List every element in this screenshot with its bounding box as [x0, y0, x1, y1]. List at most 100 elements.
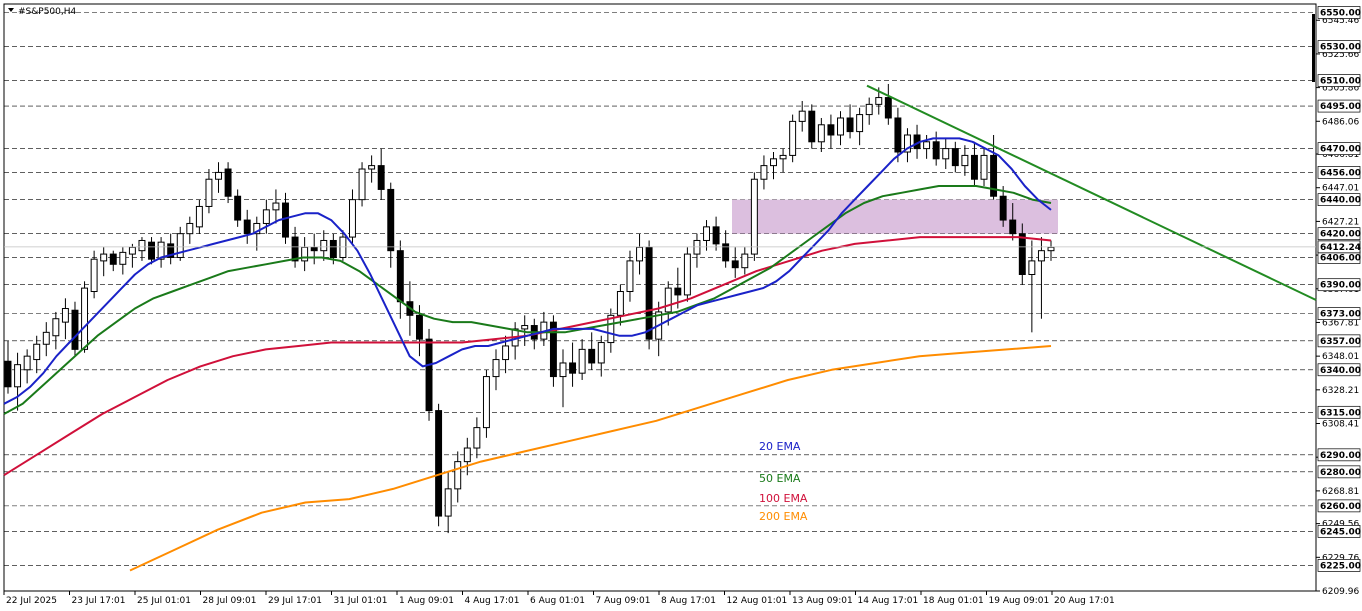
candle-body [90, 258, 98, 293]
x-tick-label: 8 Aug 17:01 [661, 596, 716, 606]
level-label: 6406.00 [1320, 253, 1361, 263]
candle-body [23, 355, 31, 371]
y-tick-label: 6308.41 [1322, 420, 1359, 430]
candle-body [109, 253, 117, 265]
level-label: 6373.00 [1320, 310, 1361, 320]
candle-body [664, 287, 672, 313]
level-label: 6470.00 [1320, 145, 1361, 155]
candle-body [731, 260, 739, 269]
candle-body [827, 124, 835, 136]
candle-body [425, 338, 433, 412]
plot-area[interactable] [3, 3, 1317, 592]
candle-body [4, 360, 12, 388]
candle-body [846, 117, 854, 133]
level-label: 6550.00 [1320, 9, 1361, 19]
candle-body [320, 239, 328, 252]
x-tick-label: 22 Jul 2025 [6, 596, 57, 606]
candle-body [951, 148, 959, 167]
candle-body [837, 117, 844, 136]
candle-body [521, 325, 529, 330]
candle-body [932, 141, 940, 160]
x-tick-label: 12 Aug 01:01 [727, 596, 788, 606]
candle-body [148, 241, 155, 260]
candle-body [42, 331, 50, 345]
legend-100-ema: 100 EMA [759, 492, 808, 505]
price-chart[interactable]: 6545.466525.666505.866486.066466.816447.… [0, 0, 1362, 611]
candle-body [1047, 246, 1055, 252]
candle-body [329, 239, 337, 258]
candle-body [645, 246, 653, 340]
level-label: 6280.00 [1320, 468, 1361, 478]
candle-body [492, 359, 500, 378]
candle-body [358, 168, 366, 201]
y-tick-label: 6486.06 [1322, 117, 1359, 127]
candle-body [81, 287, 89, 350]
candle-body [463, 447, 471, 463]
candle-body [856, 114, 864, 133]
candle-body [961, 154, 969, 167]
legend-20-ema: 20 EMA [759, 440, 801, 453]
candle-body [128, 246, 136, 255]
candle-body [779, 154, 787, 160]
y-tick-label: 6348.01 [1322, 352, 1359, 362]
candle-body [942, 148, 950, 160]
candle-body [674, 287, 682, 296]
level-label: 6340.00 [1320, 366, 1361, 376]
candle-body [722, 243, 730, 262]
candle-body [875, 97, 883, 105]
candle-body [760, 165, 768, 180]
candle-body [396, 250, 404, 303]
x-tick-label: 20 Aug 17:01 [1054, 596, 1115, 606]
candle-body [789, 120, 797, 156]
y-tick-label: 6328.21 [1322, 386, 1359, 396]
candle-body [578, 348, 586, 374]
candle-body [884, 97, 892, 119]
candle-body [339, 236, 347, 258]
x-tick-label: 31 Jul 01:01 [334, 596, 388, 606]
level-label: 6530.00 [1320, 43, 1361, 53]
level-label: 6390.00 [1320, 281, 1361, 291]
level-label: 6225.00 [1320, 561, 1361, 571]
x-tick-label: 4 Aug 17:01 [465, 596, 520, 606]
y-tick-label: 6268.81 [1322, 487, 1359, 497]
candle-body [291, 236, 299, 262]
candle-body [502, 345, 510, 361]
candle-body [349, 199, 356, 238]
candle-body [100, 253, 108, 262]
candle-body [741, 253, 749, 269]
candle-body [1028, 260, 1036, 275]
candle-body [626, 260, 634, 293]
candle-body [588, 348, 596, 364]
x-tick-label: 25 Jul 01:01 [137, 596, 191, 606]
level-label: 6510.00 [1320, 77, 1361, 87]
candle-body [473, 427, 481, 449]
candle-body [243, 219, 251, 235]
candle-body [71, 309, 79, 350]
candle-body [703, 226, 710, 241]
candle-body [415, 314, 423, 340]
candle-body [310, 246, 318, 252]
x-tick-label: 28 Jul 09:01 [203, 596, 257, 606]
candle-body [186, 222, 194, 235]
candle-body [1018, 233, 1026, 275]
level-label: 6495.00 [1320, 102, 1361, 112]
candle-body [970, 154, 978, 180]
candle-body [282, 202, 289, 238]
candle-body [138, 239, 146, 252]
candle-body [301, 246, 309, 262]
x-tick-label: 18 Aug 01:01 [923, 596, 984, 606]
candle-body [61, 308, 69, 323]
candle-body [980, 154, 988, 180]
candle-body [205, 178, 213, 207]
candle-body [683, 253, 691, 296]
candle-body [435, 410, 443, 517]
candle-body [454, 461, 462, 490]
level-label: 6357.00 [1320, 337, 1361, 347]
level-label: 6440.00 [1320, 196, 1361, 206]
y-tick-label: 6209.96 [1322, 587, 1359, 597]
y-tick-label: 6447.01 [1322, 184, 1359, 194]
candle-body [693, 239, 701, 255]
candle-body [482, 376, 490, 429]
candle-body [770, 158, 777, 167]
candle-body [569, 362, 577, 374]
